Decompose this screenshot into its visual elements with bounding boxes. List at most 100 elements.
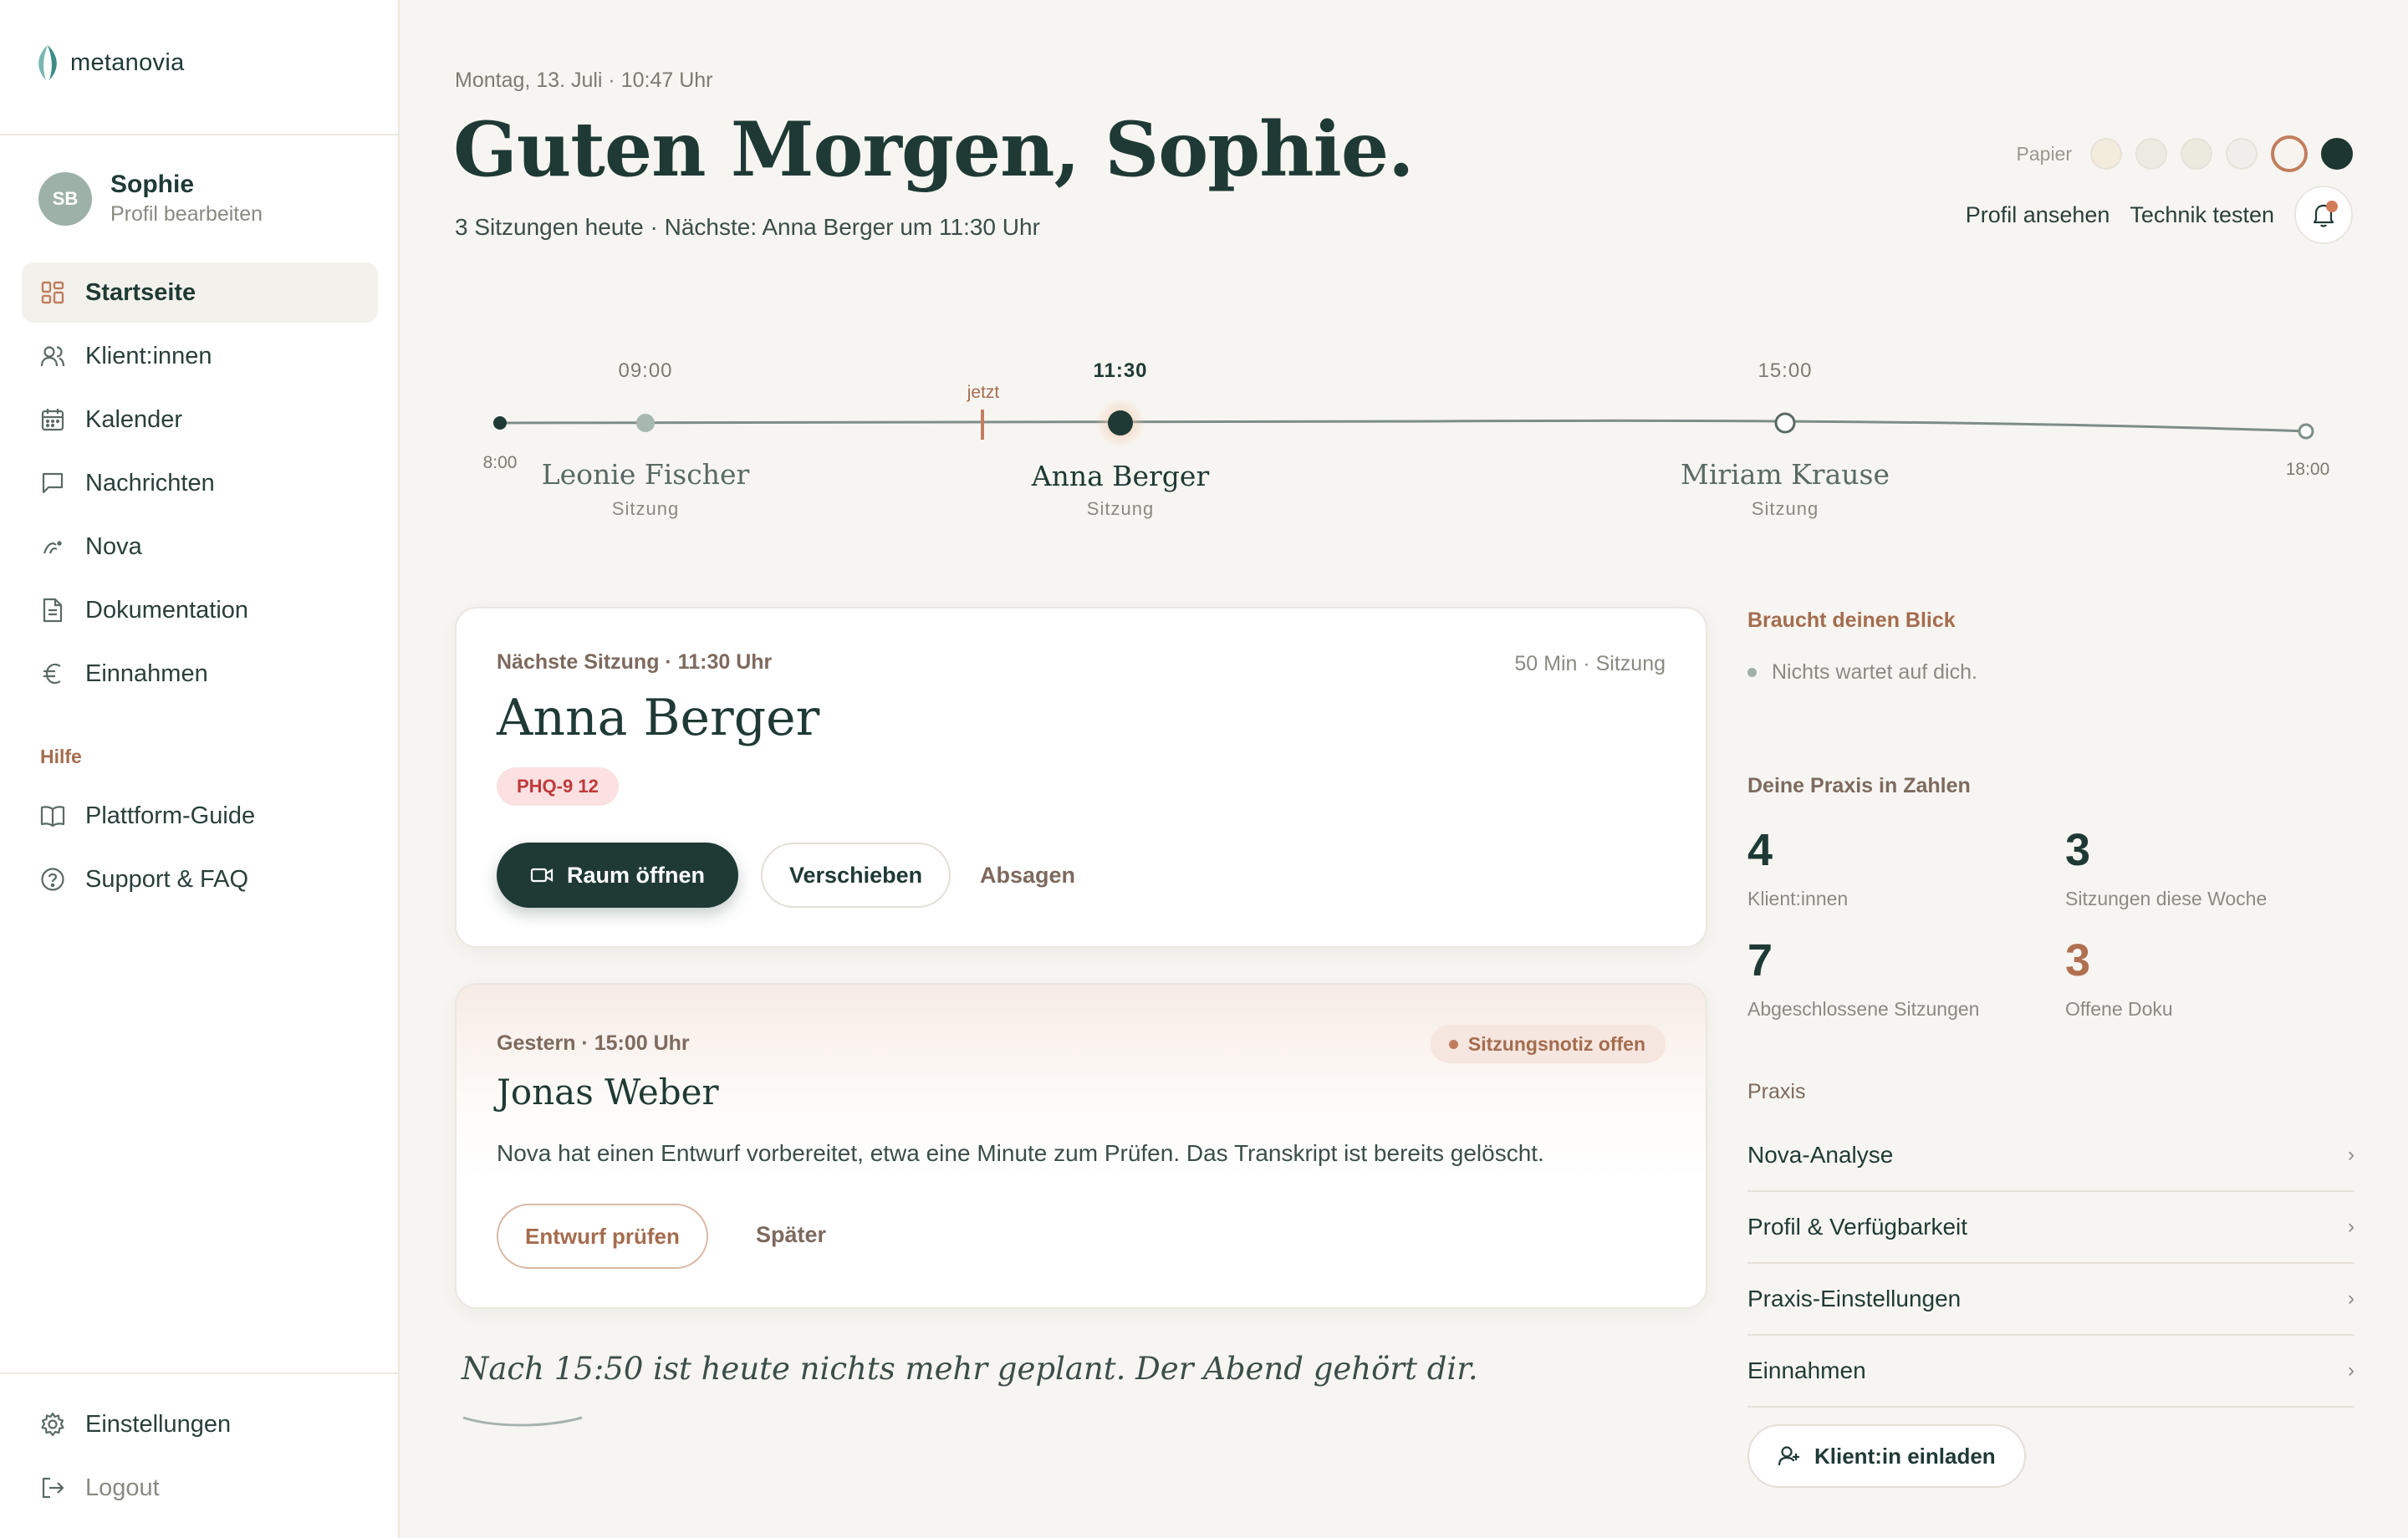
closing-underline [462, 1416, 583, 1427]
praxis-item-nova-analyse[interactable]: Nova-Analyse › [1747, 1120, 2354, 1192]
nav-item-dokumentation[interactable]: Dokumentation [22, 580, 378, 640]
nav-item-kalender[interactable]: Kalender [22, 390, 378, 450]
user-profile[interactable]: SB Sophie Profil bearbeiten [38, 171, 263, 227]
notifications-button[interactable] [2294, 186, 2353, 244]
timeline-session-time: 11:30 [1093, 359, 1148, 382]
paper-theme-picker: Papier [2017, 135, 2353, 172]
paper-swatch[interactable] [2181, 138, 2212, 170]
book-icon [40, 803, 65, 828]
praxis-item-einstellungen[interactable]: Praxis-Einstellungen › [1747, 1264, 2354, 1336]
stat-value: 3 [2065, 825, 2091, 875]
timeline-session-name[interactable]: Anna Berger [1032, 460, 1210, 492]
reschedule-button[interactable]: Verschieben [761, 843, 951, 908]
stat-completed-sessions[interactable]: 7 Abgeschlossene Sitzungen [1747, 938, 1979, 1021]
timeline-session-type: Sitzung [1751, 498, 1819, 519]
stat-value: 7 [1747, 935, 1773, 985]
nav-label: Startseite [85, 278, 196, 306]
past-session-eyebrow: Gestern · 15:00 Uhr [497, 1031, 690, 1055]
nav-label: Logout [85, 1474, 160, 1501]
praxis-list: Nova-Analyse › Profil & Verfügbarkeit › … [1747, 1120, 2354, 1408]
client-name[interactable]: Anna Berger [497, 689, 819, 747]
timeline-end-dot [2298, 423, 2314, 440]
test-tech-link[interactable]: Technik testen [2130, 202, 2274, 228]
phq9-badge: PHQ-9 12 [497, 767, 619, 806]
nav-item-logout[interactable]: Logout [22, 1458, 378, 1518]
nav-item-plattform-guide[interactable]: Plattform-Guide [22, 786, 378, 846]
gear-icon [40, 1412, 65, 1437]
nav-item-support-faq[interactable]: Support & FAQ [22, 849, 378, 909]
next-session-card: Nächste Sitzung · 11:30 Uhr 50 Min · Sit… [455, 607, 1707, 948]
chevron-right-icon: › [2348, 1143, 2354, 1166]
users-icon [40, 344, 65, 369]
user-plus-icon [1778, 1446, 1799, 1466]
bottom-nav: Einstellungen Logout [22, 1394, 378, 1521]
invite-client-button[interactable]: Klient:in einladen [1747, 1424, 2026, 1488]
closing-message: Nach 15:50 ist heute nichts mehr geplant… [462, 1351, 1478, 1387]
timeline-session-time: 09:00 [618, 359, 673, 382]
timeline-now-label: jetzt [967, 383, 1000, 402]
nav-label: Einstellungen [85, 1410, 232, 1438]
leaf-logo-icon [38, 45, 57, 80]
status-dot [1448, 1039, 1458, 1049]
timeline-active-dot [1108, 410, 1133, 435]
nav-item-startseite[interactable]: Startseite [22, 262, 378, 323]
status-label: Sitzungsnotiz offen [1467, 1032, 1645, 1055]
paper-swatch[interactable] [2090, 138, 2122, 170]
sidebar-divider [0, 1372, 400, 1374]
stat-open-docs[interactable]: 3 Offene Doku [2065, 938, 2173, 1021]
invite-label: Klient:in einladen [1814, 1443, 1996, 1469]
page-title: Guten Morgen, Sophie. [453, 105, 1414, 194]
later-button[interactable]: Später [756, 1222, 826, 1248]
stat-value: 3 [2065, 935, 2091, 985]
timeline-session-dot [636, 414, 655, 432]
paper-swatch[interactable] [2135, 138, 2167, 170]
timeline-session-dot [1774, 412, 1796, 434]
notification-dot [2326, 201, 2338, 212]
cancel-button[interactable]: Absagen [980, 863, 1075, 889]
help-circle-icon [40, 867, 65, 892]
nav-item-einnahmen[interactable]: Einnahmen [22, 644, 378, 704]
help-nav: Plattform-Guide Support & FAQ [22, 786, 378, 913]
paper-swatch-selected[interactable] [2271, 135, 2308, 172]
euro-icon [40, 661, 65, 686]
nav-label: Nova [85, 532, 142, 560]
stat-label: Sitzungen diese Woche [2065, 888, 2268, 909]
paper-swatch[interactable] [2321, 138, 2353, 170]
help-section-title: Hilfe [40, 746, 82, 767]
stat-label: Klient:innen [1747, 888, 1849, 909]
nova-wave-icon [40, 534, 65, 559]
stat-clients[interactable]: 4 Klient:innen [1747, 828, 1848, 910]
view-profile-link[interactable]: Profil ansehen [1966, 202, 2110, 228]
nav-item-einstellungen[interactable]: Einstellungen [22, 1394, 378, 1454]
paper-swatch[interactable] [2226, 138, 2258, 170]
timeline-start-dot [493, 416, 507, 430]
timeline-session-name[interactable]: Leonie Fischer [542, 458, 750, 491]
nav-label: Support & FAQ [85, 865, 249, 893]
timeline-session-type: Sitzung [1086, 498, 1155, 519]
nav-item-nachrichten[interactable]: Nachrichten [22, 453, 378, 513]
nav-label: Klient:innen [85, 342, 212, 369]
praxis-item-profil[interactable]: Profil & Verfügbarkeit › [1747, 1192, 2354, 1264]
nav-item-klientinnen[interactable]: Klient:innen [22, 326, 378, 386]
nav-item-nova[interactable]: Nova [22, 517, 378, 577]
stat-sessions-week[interactable]: 3 Sitzungen diese Woche [2065, 828, 2267, 910]
praxis-title: Praxis [1747, 1080, 1806, 1103]
attention-empty-text: Nichts wartet auf dich. [1772, 660, 1977, 684]
nav-label: Kalender [85, 405, 183, 433]
brand-name: metanovia [70, 48, 185, 76]
status-badge: Sitzungsnotiz offen [1430, 1025, 1666, 1063]
edit-profile-link[interactable]: Profil bearbeiten [110, 202, 263, 227]
praxis-item-einnahmen[interactable]: Einnahmen › [1747, 1336, 2354, 1408]
client-name[interactable]: Jonas Weber [497, 1072, 719, 1113]
review-draft-button[interactable]: Entwurf prüfen [497, 1204, 708, 1269]
timeline-session-name[interactable]: Miriam Krause [1681, 458, 1890, 491]
brand-logo[interactable]: metanovia [33, 42, 185, 84]
timeline-end-label: 18:00 [2285, 460, 2330, 479]
pending-note-card: Gestern · 15:00 Uhr Sitzungsnotiz offen … [455, 983, 1707, 1309]
document-icon [40, 598, 65, 623]
stats-title: Deine Praxis in Zahlen [1747, 774, 1971, 797]
open-room-button[interactable]: Raum öffnen [497, 843, 738, 908]
main-content: Montag, 13. Juli · 10:47 Uhr Guten Morge… [400, 0, 2408, 1538]
praxis-item-label: Einnahmen [1747, 1357, 1866, 1383]
logout-icon [40, 1475, 65, 1500]
